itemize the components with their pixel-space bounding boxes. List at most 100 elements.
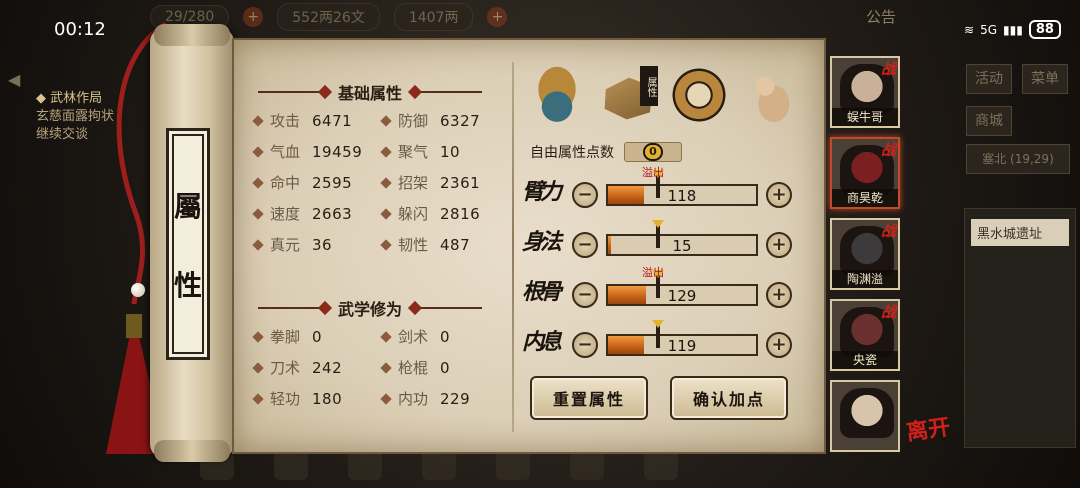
silver-display: 1407两 bbox=[393, 3, 474, 31]
martial-heading: 武学修为 bbox=[258, 296, 483, 320]
meridian-body-icon[interactable] bbox=[742, 66, 800, 124]
map-list-item[interactable]: 黑水城遗址 bbox=[971, 219, 1069, 246]
add-plus-icon[interactable]: + bbox=[243, 7, 264, 27]
equipment-hat-icon[interactable] bbox=[528, 66, 586, 124]
title-char: 屬 bbox=[173, 189, 202, 223]
attr-alloc-row: 身法 − 15 + bbox=[522, 220, 802, 264]
martial-label: 内功 bbox=[398, 390, 429, 408]
stat-label: 气血 bbox=[270, 143, 301, 161]
stat-label: 速度 bbox=[270, 205, 301, 223]
attr-name: 根骨 bbox=[522, 279, 562, 305]
increase-button[interactable]: + bbox=[766, 332, 792, 358]
battle-tag: 战 bbox=[880, 141, 896, 159]
diamond-bullet-icon bbox=[252, 114, 264, 127]
network-icon: 5G bbox=[980, 22, 997, 37]
attr-value: 119 bbox=[667, 337, 697, 355]
martial-label: 轻功 bbox=[270, 390, 301, 408]
martial-label: 枪棍 bbox=[398, 359, 429, 377]
character-card[interactable]: 商昊乾 战 bbox=[830, 137, 900, 209]
wifi-icon: ≋ bbox=[964, 22, 975, 37]
martial-row: 剑术 0 bbox=[380, 326, 451, 347]
battle-tag: 战 bbox=[880, 222, 896, 240]
battery-icon: 88 bbox=[1028, 20, 1061, 39]
martial-row: 刀术 242 bbox=[252, 357, 342, 378]
stat-row: 防御 6327 bbox=[380, 110, 480, 131]
panel-title-plate: 屬 性 bbox=[166, 128, 210, 360]
reset-attributes-button[interactable]: 重置属性 bbox=[530, 376, 648, 420]
diamond-bullet-icon bbox=[252, 392, 264, 405]
bead-icon bbox=[131, 283, 145, 297]
diamond-bullet-icon bbox=[380, 361, 392, 374]
free-points-box: 0 bbox=[624, 142, 682, 162]
diamond-bullet-icon bbox=[380, 114, 392, 127]
stat-label: 躲闪 bbox=[398, 205, 429, 223]
shop-button[interactable]: 商城 bbox=[966, 106, 1012, 136]
stat-label: 真元 bbox=[270, 236, 301, 254]
decrease-button[interactable]: − bbox=[572, 332, 598, 358]
diamond-bullet-icon bbox=[380, 145, 392, 158]
character-card[interactable]: 央瓷 战 bbox=[830, 299, 900, 371]
stat-row: 真元 36 bbox=[252, 234, 332, 255]
back-arrow-icon[interactable]: ◀ bbox=[8, 70, 30, 92]
bagua-icon[interactable] bbox=[670, 66, 728, 124]
activity-button[interactable]: 活动 bbox=[966, 64, 1012, 94]
martial-row: 拳脚 0 bbox=[252, 326, 322, 347]
diamond-bullet-icon bbox=[252, 207, 264, 220]
leave-button[interactable]: 离开 bbox=[904, 409, 952, 447]
diamond-bullet-icon bbox=[252, 145, 264, 158]
attr-name: 臂力 bbox=[522, 179, 562, 205]
overflow-label: 溢出 bbox=[642, 166, 664, 179]
decrease-button[interactable]: − bbox=[572, 232, 598, 258]
attr-name: 内息 bbox=[522, 329, 562, 355]
column-divider bbox=[512, 62, 514, 432]
stat-row: 躲闪 2816 bbox=[380, 203, 480, 224]
stat-row: 招架 2361 bbox=[380, 172, 480, 193]
increase-button[interactable]: + bbox=[766, 182, 792, 208]
diamond-bullet-icon bbox=[380, 176, 392, 189]
diamond-bullet-icon bbox=[380, 330, 392, 343]
stat-value: 2595 bbox=[312, 173, 353, 192]
decrease-button[interactable]: − bbox=[572, 182, 598, 208]
menu-button[interactable]: 菜单 bbox=[1022, 64, 1068, 94]
stat-label: 命中 bbox=[270, 174, 301, 192]
map-list: 黑水城遗址 bbox=[964, 208, 1076, 448]
stat-value: 6471 bbox=[312, 111, 353, 130]
basic-attr-title: 基础属性 bbox=[338, 84, 403, 103]
attr-alloc-row: 臂力 − 118 溢出 + bbox=[522, 166, 802, 214]
announcement-button[interactable]: 公告 bbox=[866, 6, 896, 27]
character-name: 蜈牛哥 bbox=[832, 108, 898, 126]
character-card[interactable]: 陶渊溢 战 bbox=[830, 218, 900, 290]
attr-value: 118 bbox=[667, 187, 697, 205]
character-card[interactable]: 蜈牛哥 战 bbox=[830, 56, 900, 128]
attr-value: 15 bbox=[672, 237, 692, 255]
martial-value: 180 bbox=[312, 389, 343, 408]
stat-value: 10 bbox=[440, 142, 461, 161]
free-points-value: 0 bbox=[643, 143, 663, 161]
martial-value: 0 bbox=[440, 327, 451, 346]
diamond-bullet-icon bbox=[252, 176, 264, 189]
character-card[interactable] bbox=[830, 380, 900, 452]
basic-attr-heading: 基础属性 bbox=[258, 80, 483, 104]
decrease-button[interactable]: − bbox=[572, 282, 598, 308]
martial-title: 武学修为 bbox=[338, 300, 403, 319]
increase-button[interactable]: + bbox=[766, 232, 792, 258]
title-char: 性 bbox=[173, 268, 202, 302]
top-resource-bar: 29/280 + 552两26文 1407两 + bbox=[150, 0, 910, 34]
money-display: 552两26文 bbox=[277, 3, 380, 31]
add-silver-plus-icon[interactable]: + bbox=[487, 7, 508, 27]
system-icons: ≋ 5G ▮▮▮ 88 bbox=[964, 20, 1061, 39]
character-name: 商昊乾 bbox=[832, 189, 898, 207]
stat-row: 气血 19459 bbox=[252, 141, 362, 162]
game-screen: 29/280 + 552两26文 1407两 + 公告 00:12 ≋ 5G ▮… bbox=[0, 0, 1080, 488]
signal-icon: ▮▮▮ bbox=[1003, 22, 1023, 37]
ornament-left bbox=[258, 87, 328, 97]
attr-value: 129 bbox=[667, 287, 697, 305]
cap-marker-icon bbox=[656, 320, 660, 348]
confirm-points-button[interactable]: 确认加点 bbox=[670, 376, 788, 420]
martial-row: 枪棍 0 bbox=[380, 357, 450, 378]
stat-label: 防御 bbox=[398, 112, 429, 130]
stat-row: 命中 2595 bbox=[252, 172, 353, 193]
attr-bar: 15 bbox=[606, 234, 758, 256]
increase-button[interactable]: + bbox=[766, 282, 792, 308]
stat-row: 速度 2663 bbox=[252, 203, 352, 224]
